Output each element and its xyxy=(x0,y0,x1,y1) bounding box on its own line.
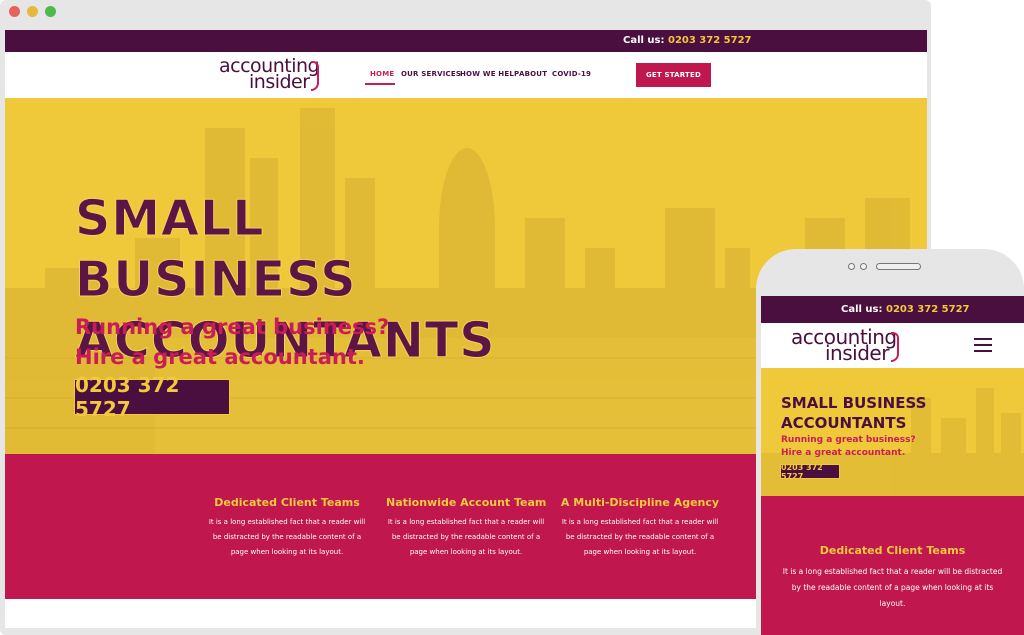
hero-subheading-line-1: Running a great business? xyxy=(75,315,390,339)
site-logo[interactable]: accounting insider xyxy=(219,55,323,95)
feature-multi-discipline-agency: A Multi-Discipline Agency It is a long e… xyxy=(560,496,720,560)
nav-item-our-services[interactable]: OUR SERVICES xyxy=(401,70,461,78)
mobile-contact-bar: Call us: 0203 372 5727 xyxy=(761,296,1024,323)
feature-title: Dedicated Client Teams xyxy=(214,496,360,509)
mobile-feature-title: Dedicated Client Teams xyxy=(819,544,966,557)
maximize-window-dot[interactable] xyxy=(45,6,56,17)
mobile-call-us-label: Call us: xyxy=(841,304,886,315)
feature-text: It is a long established fact that a rea… xyxy=(387,518,545,556)
mobile-call-us-text: Call us: 0203 372 5727 xyxy=(841,304,970,315)
mobile-site-logo[interactable]: accounting insider xyxy=(791,326,903,366)
minimize-window-dot[interactable] xyxy=(27,6,38,17)
close-window-dot[interactable] xyxy=(9,6,20,17)
call-us-label: Call us: xyxy=(623,35,668,46)
call-us-phone-link[interactable]: 0203 372 5727 xyxy=(668,35,752,46)
feature-text: It is a long established fact that a rea… xyxy=(208,518,366,556)
get-started-button[interactable]: GET STARTED xyxy=(636,63,711,87)
feature-title: A Multi-Discipline Agency xyxy=(560,496,720,509)
main-navbar: accounting insider HOME OUR SERVICES HOW… xyxy=(5,52,927,98)
mobile-features-section: Dedicated Client Teams It is a long esta… xyxy=(761,496,1024,635)
hamburger-menu-icon[interactable] xyxy=(974,338,992,352)
logo-line-2: insider xyxy=(249,71,310,93)
phone-speaker-icon xyxy=(876,263,921,270)
top-contact-bar: Call us: 0203 372 5727 xyxy=(5,30,927,52)
mobile-feature-text: It is a long established fact that a rea… xyxy=(782,567,1003,608)
hero-subheading-line-2: Hire a great accountant. xyxy=(75,345,365,369)
mobile-call-us-phone-link[interactable]: 0203 372 5727 xyxy=(886,304,970,315)
nav-item-about[interactable]: ABOUT xyxy=(519,70,547,78)
nav-item-home[interactable]: HOME xyxy=(370,70,394,78)
mobile-hero-headline-line-2: ACCOUNTANTS xyxy=(781,414,907,432)
mobile-hero-subheading-line-1: Running a great business? xyxy=(781,435,916,445)
mobile-navbar: accounting insider xyxy=(761,323,1024,368)
mobile-hero-subheading-line-2: Hire a great accountant. xyxy=(781,448,906,458)
mobile-screen: Call us: 0203 372 5727 accounting inside… xyxy=(761,296,1024,635)
mobile-hero-headline: SMALL BUSINESS ACCOUNTANTS xyxy=(781,393,926,433)
hero-subheading: Running a great business? Hire a great a… xyxy=(75,312,389,372)
nav-active-underline xyxy=(365,83,395,85)
feature-text: It is a long established fact that a rea… xyxy=(561,518,719,556)
feature-dedicated-client-teams: Dedicated Client Teams It is a long esta… xyxy=(207,496,367,560)
mobile-logo-swoosh-icon xyxy=(891,332,899,362)
call-us-text: Call us: 0203 372 5727 xyxy=(623,35,752,46)
mobile-logo-line-2: insider xyxy=(825,341,889,365)
logo-swoosh-icon xyxy=(311,61,319,91)
hero-phone-button[interactable]: 0203 372 5727 xyxy=(74,373,230,421)
feature-nationwide-account-team: Nationwide Account Team It is a long est… xyxy=(386,496,546,560)
phone-sensor-icon xyxy=(860,263,867,270)
nav-item-covid-19[interactable]: COVID-19 xyxy=(552,70,591,78)
mobile-hero-section: SMALL BUSINESS ACCOUNTANTS Running a gre… xyxy=(761,368,1024,496)
phone-camera-icon xyxy=(848,263,855,270)
mobile-phone-mockup: Call us: 0203 372 5727 accounting inside… xyxy=(756,249,1024,635)
mobile-hero-phone-button[interactable]: 0203 372 5727 xyxy=(780,463,840,481)
hero-headline-line-1: SMALL BUSINESS xyxy=(75,190,357,309)
mobile-hero-headline-line-1: SMALL BUSINESS xyxy=(781,394,927,412)
feature-title: Nationwide Account Team xyxy=(386,496,547,509)
nav-item-how-we-help[interactable]: HOW WE HELP xyxy=(460,70,519,78)
mobile-hero-subheading: Running a great business? Hire a great a… xyxy=(781,434,916,460)
